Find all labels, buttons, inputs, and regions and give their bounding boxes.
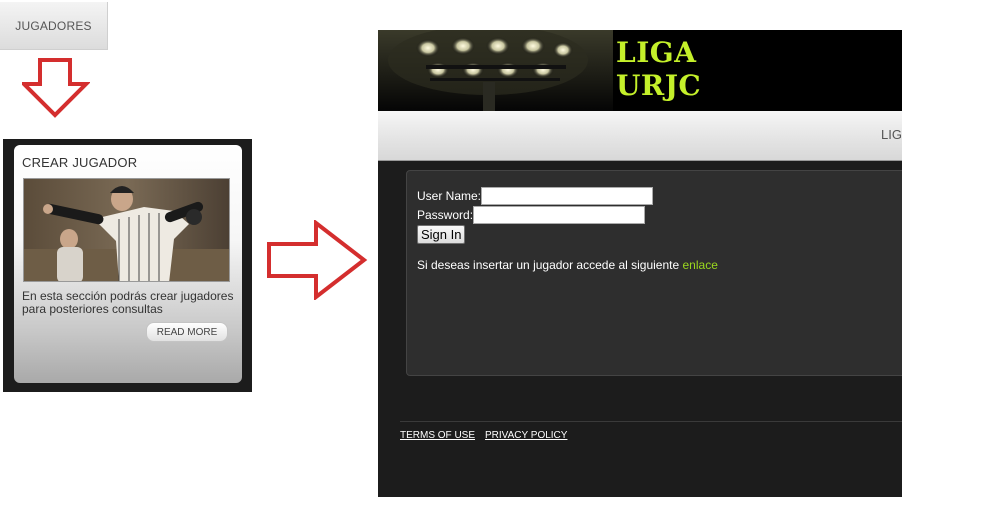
username-label: User Name: bbox=[417, 189, 482, 203]
nav-item-liga[interactable]: LIG bbox=[881, 127, 902, 142]
footer-links: TERMS OF USE PRIVACY POLICY bbox=[400, 430, 567, 441]
info-message: Si deseas insertar un jugador accede al … bbox=[417, 258, 683, 272]
site-logo: LIGA URJC bbox=[613, 36, 788, 102]
right-arrow-icon bbox=[267, 220, 368, 300]
site-banner: LIGA URJC bbox=[378, 30, 902, 111]
card-title: CREAR JUGADOR bbox=[22, 155, 138, 170]
login-panel: User Name: Password: Sign In Si deseas i… bbox=[406, 170, 902, 376]
crear-jugador-card: CREAR JUGADOR En esta sección podrás cre… bbox=[14, 145, 242, 383]
info-text: Si deseas insertar un jugador accede al … bbox=[417, 258, 718, 272]
password-row: Password: bbox=[417, 206, 646, 224]
terms-of-use-link[interactable]: TERMS OF USE bbox=[400, 430, 475, 441]
sign-in-button[interactable]: Sign In bbox=[417, 225, 466, 244]
stadium-lights-icon bbox=[378, 30, 613, 111]
tab-jugadores[interactable]: JUGADORES bbox=[0, 2, 108, 50]
privacy-policy-link[interactable]: PRIVACY POLICY bbox=[485, 430, 567, 441]
password-input[interactable] bbox=[473, 206, 646, 224]
enlace-link[interactable]: enlace bbox=[683, 258, 718, 272]
baseball-player-image bbox=[24, 179, 229, 281]
site-navbar: LIG bbox=[378, 111, 902, 161]
read-more-button[interactable]: READ MORE bbox=[146, 322, 228, 342]
username-row: User Name: bbox=[417, 187, 654, 205]
password-label: Password: bbox=[417, 208, 474, 222]
liga-urjc-site: LIGA URJC LIG User Name: Password: Sign … bbox=[378, 30, 902, 497]
crear-jugador-card-frame: CREAR JUGADOR En esta sección podrás cre… bbox=[3, 139, 252, 392]
down-arrow-icon bbox=[22, 58, 90, 118]
footer-divider bbox=[400, 421, 902, 422]
card-description: En esta sección podrás crear jugadores p… bbox=[22, 289, 234, 316]
username-input[interactable] bbox=[481, 187, 654, 205]
player-photo bbox=[23, 178, 230, 282]
